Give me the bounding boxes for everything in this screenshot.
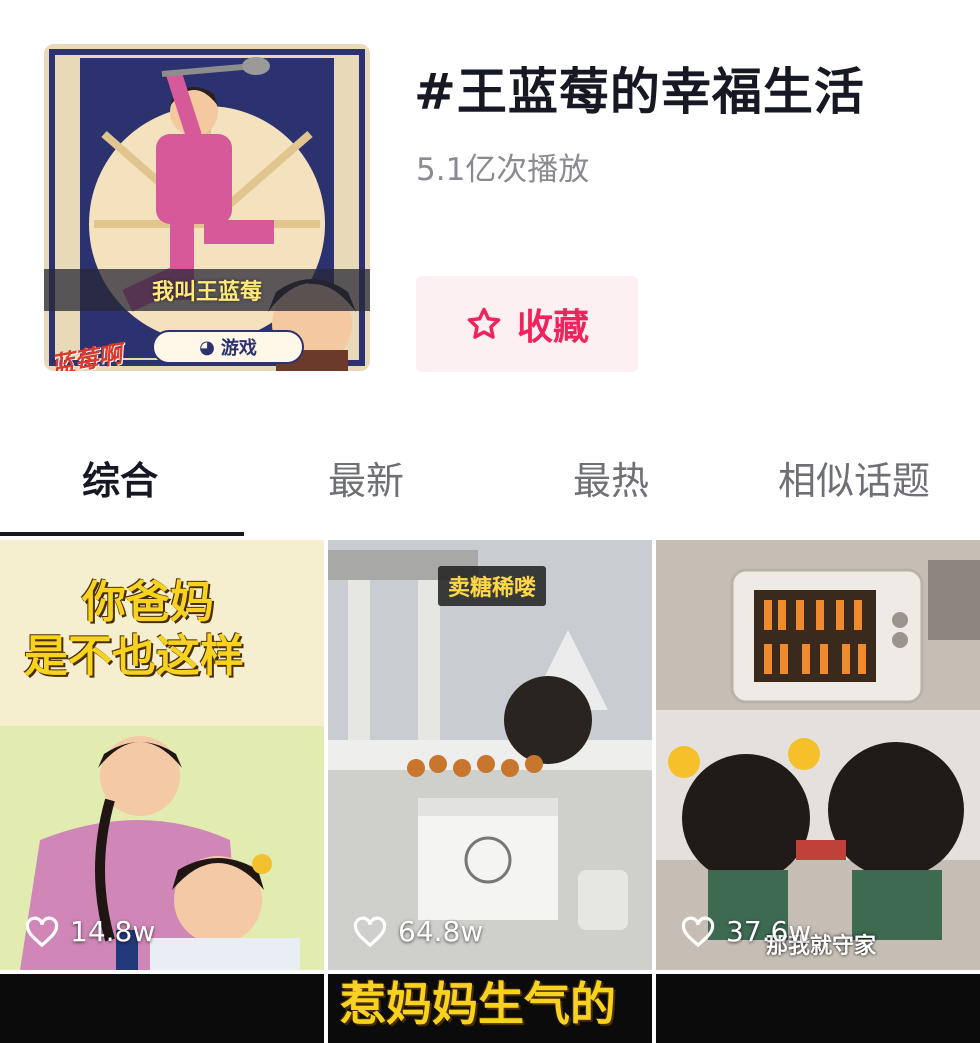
video-1-title-line1: 你爸妈: [82, 577, 214, 628]
pacman-icon: ◕: [199, 336, 215, 358]
cover-caption: 我叫王蓝莓: [44, 269, 370, 311]
video-2-tag: 卖糖稀喽: [438, 566, 547, 606]
video-card-2[interactable]: 卖糖稀喽 64.8w: [328, 540, 652, 970]
collect-button-label: 收藏: [516, 307, 589, 348]
video-3-likes: 37.6w: [680, 915, 811, 948]
play-count: 5.1亿次播放: [416, 152, 590, 188]
topic-tabs: 综合 最新 最热 相似话题: [0, 440, 980, 536]
video-card-1[interactable]: 你爸妈 是不也这样 14.8w: [0, 540, 324, 970]
cover-illustration: [44, 44, 370, 371]
heart-outline-icon: [25, 916, 59, 947]
video-3-like-count: 37.6w: [726, 915, 812, 948]
topic-title: #王蓝莓的幸福生活: [414, 63, 865, 121]
heart-outline-icon: [353, 916, 387, 947]
video-card-6[interactable]: [656, 974, 980, 1043]
video-1-like-count: 14.8w: [70, 915, 156, 948]
video-2-likes: 64.8w: [352, 915, 483, 948]
cover-game-tag: ◕ 游戏: [152, 330, 304, 364]
tab-hottest[interactable]: 最热: [573, 450, 649, 505]
heart-outline-icon: [681, 916, 715, 947]
collect-button[interactable]: 收藏: [416, 276, 638, 372]
topic-cover-image[interactable]: 我叫王蓝莓 ◕ 游戏 蓝莓啊: [44, 44, 370, 371]
video-1-title-line2: 是不也这样: [24, 631, 244, 682]
video-card-3[interactable]: 那我就守家 37.6w: [656, 540, 980, 970]
tab-comprehensive[interactable]: 综合: [82, 450, 158, 505]
tab-latest[interactable]: 最新: [328, 450, 404, 505]
video-5-title: 惹妈妈生气的: [340, 977, 616, 1031]
video-card-5[interactable]: 惹妈妈生气的: [328, 974, 652, 1043]
video-card-4[interactable]: [0, 974, 324, 1043]
video-2-like-count: 64.8w: [398, 915, 484, 948]
star-outline-icon: [467, 307, 501, 339]
video-thumbnail: [656, 540, 980, 970]
video-1-likes: 14.8w: [24, 915, 155, 948]
cover-game-tag-label: 游戏: [220, 338, 257, 359]
active-tab-indicator: [0, 532, 244, 536]
tab-similar-topics[interactable]: 相似话题: [778, 450, 930, 505]
